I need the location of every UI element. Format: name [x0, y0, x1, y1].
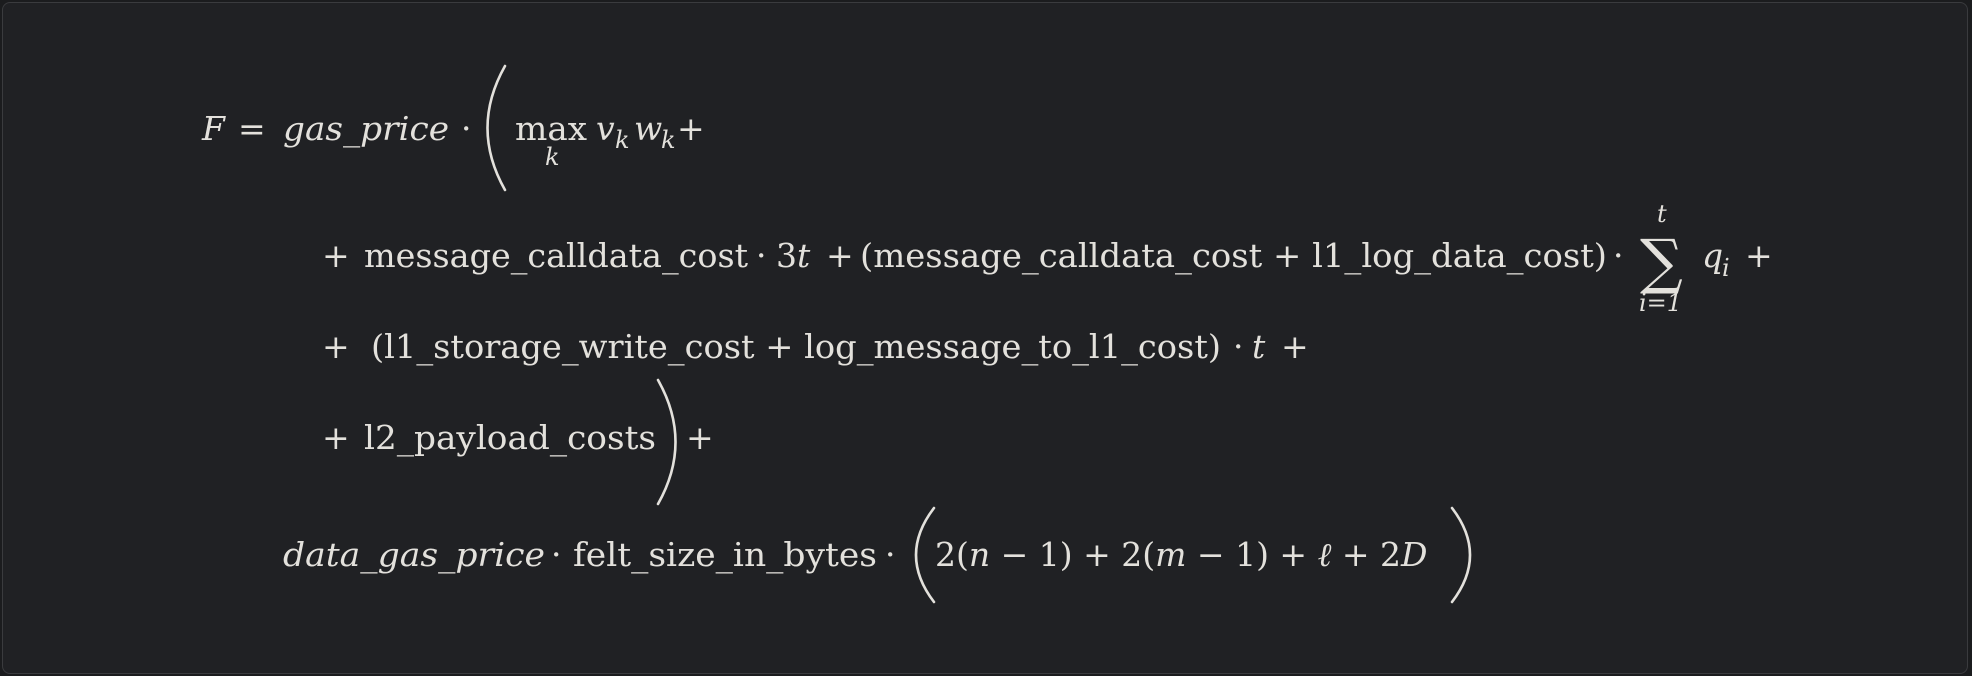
formula-line-1: F = gas_price · max k v k w k +: [201, 64, 705, 192]
formula-line-4: + l2_payload_costs +: [322, 378, 714, 506]
plus-operator: +: [1281, 327, 1309, 366]
left-paren-large: [914, 506, 936, 604]
v-symbol: v: [596, 109, 615, 148]
plus-operator: +: [322, 327, 350, 366]
q-symbol: q: [1702, 236, 1723, 275]
left-paren-large: [486, 64, 507, 192]
plus-operator: +: [826, 236, 854, 275]
plus-operator: +: [686, 418, 714, 457]
plus-operator: +: [322, 236, 350, 275]
formula-line-2: + message_calldata_cost · 3 t + (message…: [322, 200, 1773, 317]
felt-size-term: felt_size_in_bytes: [573, 535, 877, 575]
plus-operator: +: [1745, 236, 1773, 275]
w-subscript: k: [661, 126, 676, 154]
w-symbol: w: [634, 109, 662, 148]
storage-log-group: (l1_storage_write_cost + log_message_to_…: [371, 327, 1221, 367]
cdot-operator: ·: [1613, 236, 1624, 275]
cdot-operator: ·: [885, 535, 896, 574]
l2-payload-costs-term: l2_payload_costs: [364, 418, 656, 458]
sum-lower-limit: i=1: [1639, 289, 1682, 317]
cdot-operator: ·: [551, 535, 562, 574]
t-symbol: t: [1252, 327, 1266, 366]
plus-operator: +: [322, 418, 350, 457]
cdot-operator: ·: [1233, 327, 1244, 366]
v-subscript: k: [615, 126, 630, 154]
expr-part-a: 2(n − 1) + 2(m − 1) + ℓ + 2D: [935, 535, 1427, 574]
gas-price-term: gas_price: [283, 109, 449, 149]
right-paren-large: [656, 378, 677, 506]
max-subscript: k: [545, 143, 560, 171]
sum-upper-limit: t: [1657, 200, 1667, 228]
lhs-symbol: F: [201, 109, 226, 148]
formula-line-3: + (l1_storage_write_cost + log_message_t…: [322, 327, 1309, 367]
message-calldata-cost-term: message_calldata_cost: [364, 236, 748, 276]
cdot-operator: ·: [756, 236, 767, 275]
summation-symbol: ∑: [1640, 227, 1683, 297]
data-gas-price-term: data_gas_price: [283, 535, 545, 575]
calldata-log-group: (message_calldata_cost + l1_log_data_cos…: [860, 236, 1607, 276]
coefficient-three: 3: [776, 236, 797, 275]
formula-line-5: data_gas_price · felt_size_in_bytes · 2(…: [283, 506, 1472, 604]
q-subscript: i: [1722, 254, 1730, 282]
cdot-operator: ·: [461, 109, 472, 148]
t-symbol: t: [797, 236, 811, 275]
equals-sign: =: [238, 109, 266, 148]
right-paren-large: [1450, 506, 1472, 604]
formula-canvas: F = gas_price · max k v k w k + + messag…: [201, 64, 1773, 604]
plus-operator: +: [677, 109, 705, 148]
